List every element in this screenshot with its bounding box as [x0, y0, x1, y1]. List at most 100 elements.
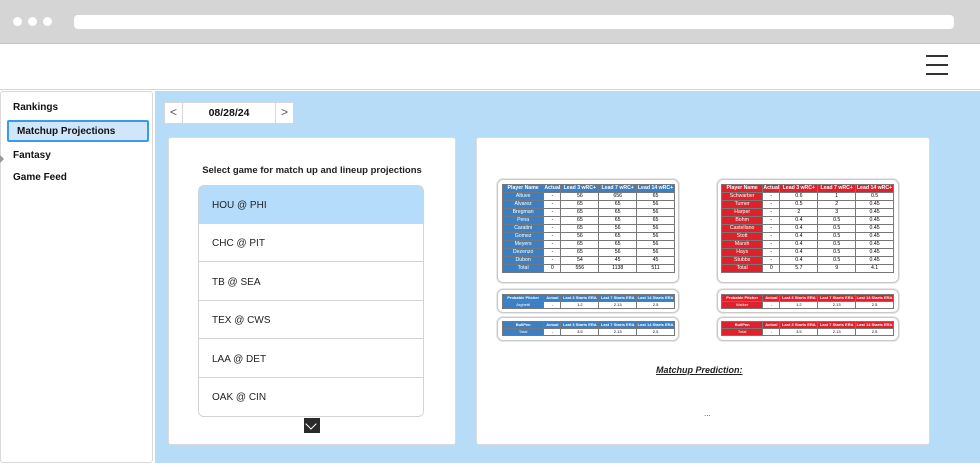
- stat-cell: 56: [636, 208, 675, 217]
- stat-cell: 65: [560, 248, 600, 257]
- player-name-cell: Harper: [720, 208, 764, 217]
- stat-cell: 56: [636, 224, 675, 233]
- stat-cell: 2.5: [855, 301, 894, 309]
- previous-date-button[interactable]: <: [165, 103, 183, 123]
- stat-cell: 0.4: [779, 216, 819, 225]
- game-item-tb-sea[interactable]: TB @ SEA: [199, 263, 423, 301]
- stat-cell: 65: [560, 208, 600, 217]
- sidebar-collapse-handle[interactable]: [0, 154, 4, 164]
- stat-cell: 0.45: [855, 256, 894, 265]
- stat-cell: 56: [636, 200, 675, 209]
- sidebar-item-game-feed[interactable]: Game Feed: [13, 172, 67, 183]
- home-pitcher-table: Probable Pitcher Actual Last 3 Starts ERA L…: [501, 294, 675, 309]
- stat-cell: 56: [598, 248, 638, 257]
- table-row: Turner -0.5 2 0.45: [720, 200, 894, 209]
- stat-cell: -: [762, 328, 781, 336]
- away-batters-table: Player Name Actual Lead 3 wRC+ Lead 7 wRC+ L…: [720, 184, 894, 273]
- stat-cell: -: [762, 224, 781, 233]
- stat-cell: 0.45: [855, 224, 894, 233]
- sidebar-item-fantasy[interactable]: Fantasy: [13, 150, 51, 161]
- scroll-down-icon[interactable]: [304, 415, 320, 433]
- stat-cell: 4.1: [855, 264, 894, 273]
- browser-chrome: [0, 0, 980, 44]
- game-item-chc-pit[interactable]: CHC @ PIT: [199, 224, 423, 262]
- player-name-cell: Meyers: [501, 240, 545, 249]
- stat-cell: 2.5: [636, 328, 675, 336]
- column-header: Last 14 Starts ERA: [855, 321, 894, 329]
- stat-cell: 65: [560, 216, 600, 225]
- column-header: Last 3 Starts ERA: [560, 321, 600, 329]
- sidebar: Rankings Matchup Projections Fantasy Gam…: [0, 91, 153, 463]
- game-item-laa-det[interactable]: LAA @ DET: [199, 340, 423, 378]
- table-row: Alvarez -65 65 56: [501, 200, 675, 209]
- player-name-cell: Total: [501, 328, 545, 336]
- stat-cell: -: [543, 240, 562, 249]
- column-header: Actual: [543, 294, 562, 302]
- stat-cell: -: [762, 240, 781, 249]
- stat-cell: -: [543, 328, 562, 336]
- date-navigator: < 08/28/24 >: [164, 102, 294, 124]
- stat-cell: 56: [560, 232, 600, 241]
- column-header: Player Name: [720, 184, 764, 193]
- stat-cell: -: [543, 248, 562, 257]
- table-row: Total -3.5 2.13 2.5: [720, 328, 894, 336]
- stat-cell: 0.45: [855, 232, 894, 241]
- column-header: Actual: [762, 184, 781, 193]
- stat-cell: 1138: [598, 264, 638, 273]
- game-item-tex-cws[interactable]: TEX @ CWS: [199, 301, 423, 339]
- stat-cell: 2.5: [636, 301, 675, 309]
- stat-cell: 0.45: [855, 208, 894, 217]
- game-item-hou-phi[interactable]: HOU @ PHI: [199, 186, 423, 224]
- stat-cell: 45: [598, 256, 638, 265]
- stat-cell: 3.5: [560, 328, 600, 336]
- next-date-button[interactable]: >: [275, 103, 293, 123]
- stat-cell: 45: [636, 256, 675, 265]
- stat-cell: 1.2: [560, 301, 600, 309]
- sidebar-item-matchup-projections[interactable]: Matchup Projections: [7, 120, 149, 142]
- sidebar-item-rankings[interactable]: Rankings: [13, 102, 58, 113]
- stat-cell: 2.13: [598, 328, 638, 336]
- table-row: Castellano -0.4 0.5 0.45: [720, 224, 894, 233]
- table-row: Caratini -65 56 56: [501, 224, 675, 233]
- table-row: Marsh -0.4 0.5 0.45: [720, 240, 894, 249]
- matchup-prediction-value: ...: [704, 409, 711, 418]
- stat-cell: 56: [636, 232, 675, 241]
- game-item-oak-cin[interactable]: OAK @ CIN: [199, 378, 423, 416]
- stat-cell: 56: [560, 192, 600, 201]
- stat-cell: 0.5: [855, 192, 894, 201]
- table-row: Pena -65 65 65: [501, 216, 675, 225]
- table-row: Altuve -56 656 65: [501, 192, 675, 201]
- stat-cell: -: [543, 192, 562, 201]
- stat-cell: 56: [636, 248, 675, 257]
- game-list: HOU @ PHI CHC @ PIT TB @ SEA TEX @ CWS L…: [198, 185, 424, 417]
- column-header: Lead 14 wRC+: [855, 184, 894, 193]
- table-row: Stott -0.4 0.5 0.45: [720, 232, 894, 241]
- player-name-cell: Altuve: [501, 192, 545, 201]
- address-bar[interactable]: [74, 15, 954, 29]
- column-header: Actual: [543, 321, 562, 329]
- stat-cell: 0.6: [779, 192, 819, 201]
- stat-cell: 0.4: [779, 232, 819, 241]
- column-header: BullPen: [501, 321, 545, 329]
- stat-cell: -: [762, 216, 781, 225]
- hamburger-menu-icon[interactable]: [926, 54, 950, 76]
- table-row: Total 0 556 1138 511: [501, 264, 675, 273]
- stat-cell: -: [762, 208, 781, 217]
- stat-cell: -: [762, 256, 781, 265]
- column-header: Probable Pitcher: [501, 294, 545, 302]
- stat-cell: 0.5: [779, 200, 819, 209]
- top-header: [0, 45, 980, 90]
- stat-cell: 9: [817, 264, 857, 273]
- column-header: Probable Pitcher: [720, 294, 764, 302]
- stat-cell: 65: [598, 200, 638, 209]
- player-name-cell: Walker: [720, 301, 764, 309]
- stat-cell: 0.4: [779, 256, 819, 265]
- stat-cell: -: [762, 192, 781, 201]
- column-header: Last 7 Starts ERA: [817, 294, 857, 302]
- column-header: Last 14 Starts ERA: [636, 321, 675, 329]
- table-row: Dezenzo -65 56 56: [501, 248, 675, 257]
- column-header: Lead 7 wRC+: [817, 184, 857, 193]
- player-name-cell: Total: [501, 264, 545, 273]
- stat-cell: -: [543, 232, 562, 241]
- player-name-cell: Caratini: [501, 224, 545, 233]
